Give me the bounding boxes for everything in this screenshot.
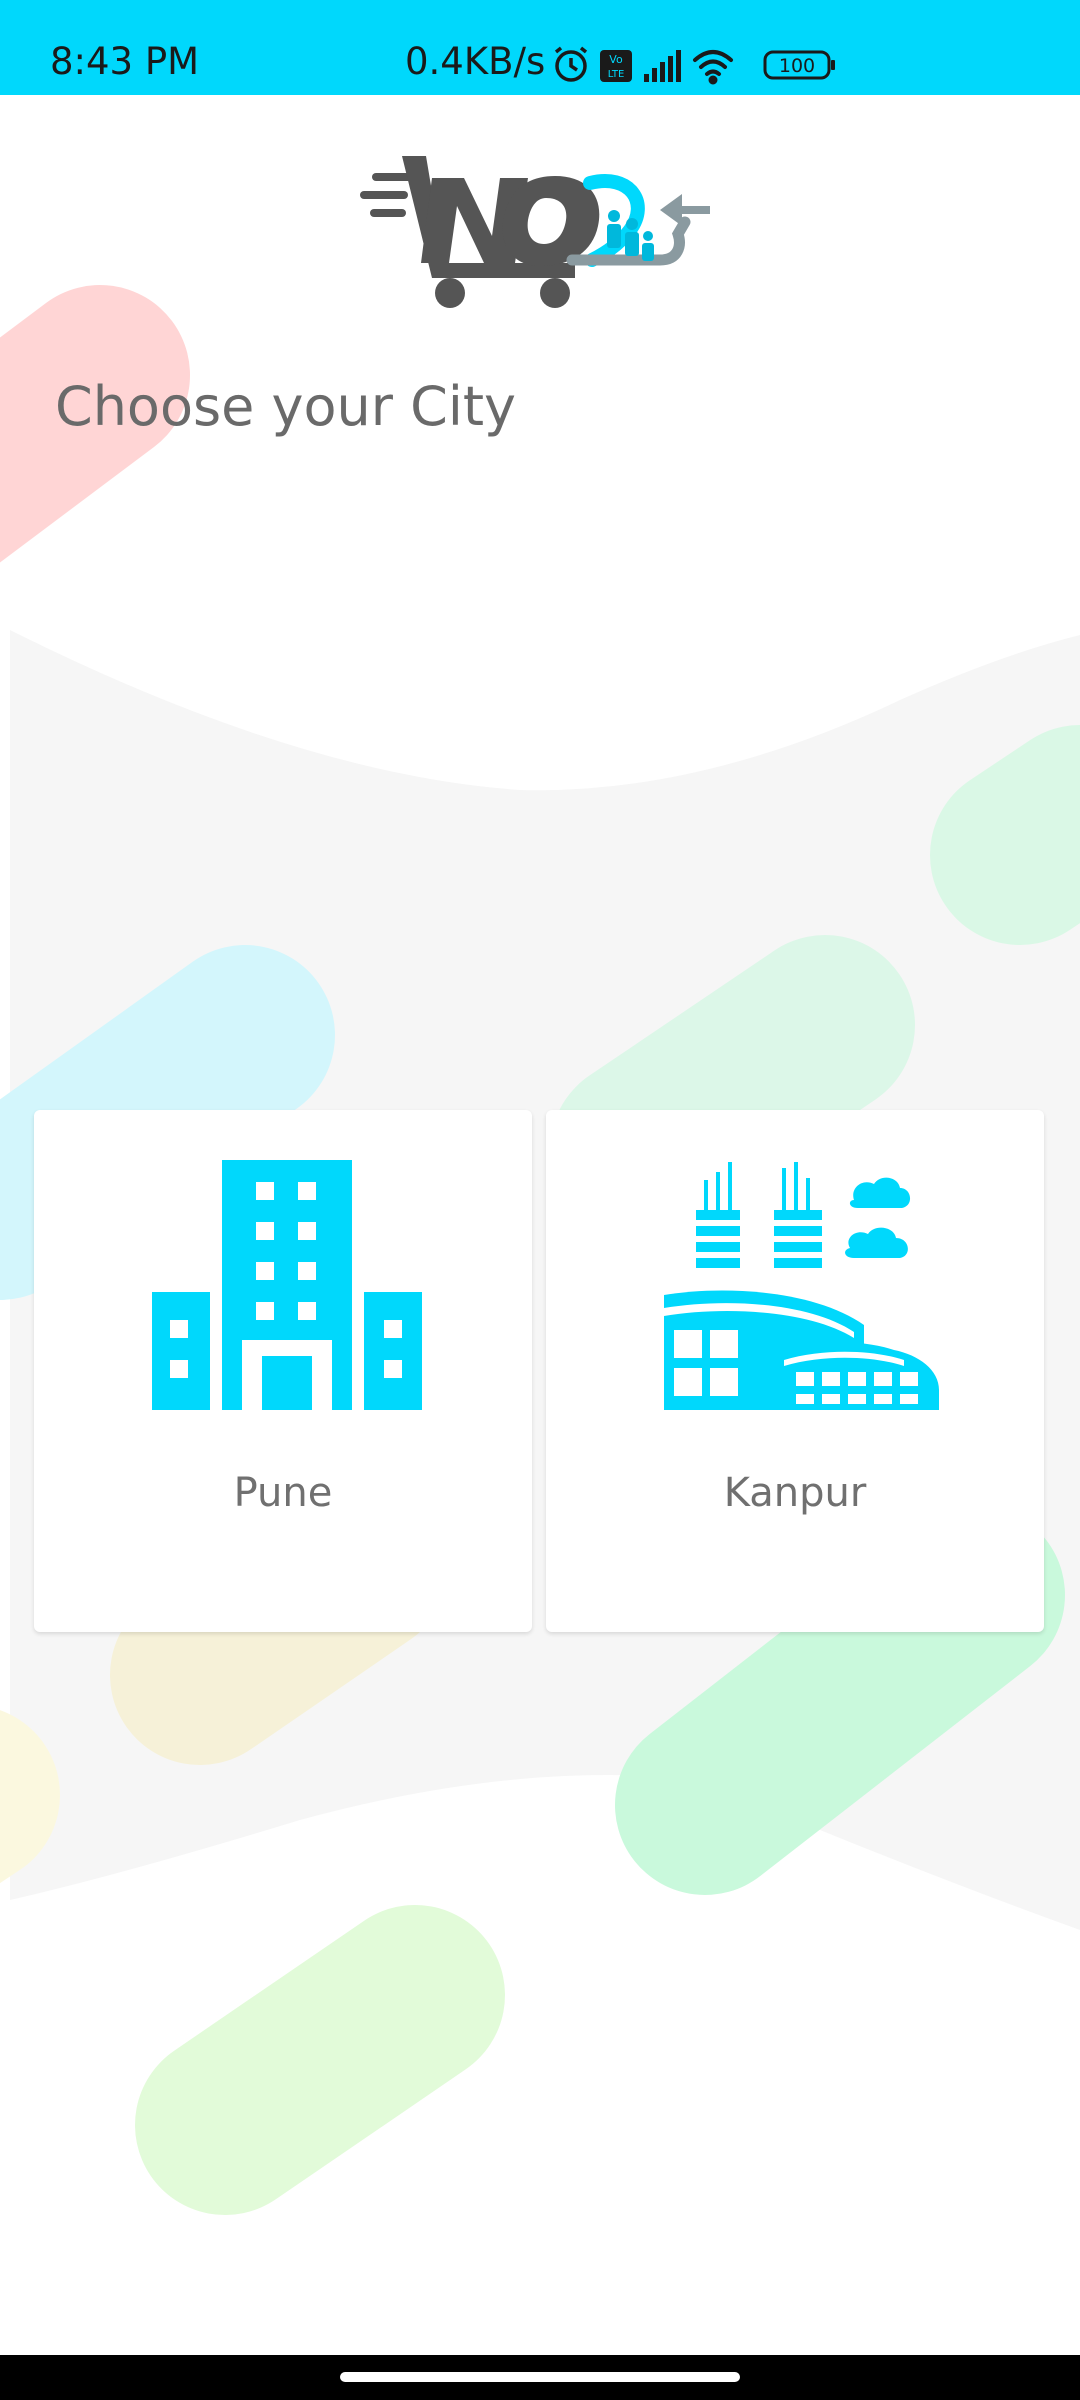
industrial-city-icon xyxy=(664,1162,939,1410)
volte-icon: Vo LTE xyxy=(600,50,632,82)
svg-text:100: 100 xyxy=(779,55,815,77)
signal-icon xyxy=(644,50,681,82)
network-speed: 0.4KB/s xyxy=(405,40,546,83)
office-buildings-icon xyxy=(152,1160,422,1410)
page-title: Choose your City xyxy=(55,375,516,438)
city-card-pune[interactable]: Pune xyxy=(34,1110,532,1632)
svg-text:Vo: Vo xyxy=(609,53,623,66)
status-icons: Vo LTE 100 xyxy=(554,46,835,85)
alarm-icon xyxy=(554,46,588,82)
navigation-bar xyxy=(0,2355,1080,2400)
status-time: 8:43 PM xyxy=(50,40,200,83)
home-gesture-handle[interactable] xyxy=(340,2372,740,2382)
wifi-icon xyxy=(693,50,733,85)
battery-icon: 100 xyxy=(763,50,835,80)
city-card-kanpur[interactable]: Kanpur xyxy=(546,1110,1044,1632)
city-name-kanpur: Kanpur xyxy=(723,1470,867,1516)
status-bar: 8:43 PM 0.4KB/s Vo LTE 100 xyxy=(0,0,1080,95)
noq-logo xyxy=(360,156,710,308)
svg-text:LTE: LTE xyxy=(608,69,625,80)
city-name-pune: Pune xyxy=(233,1470,333,1516)
